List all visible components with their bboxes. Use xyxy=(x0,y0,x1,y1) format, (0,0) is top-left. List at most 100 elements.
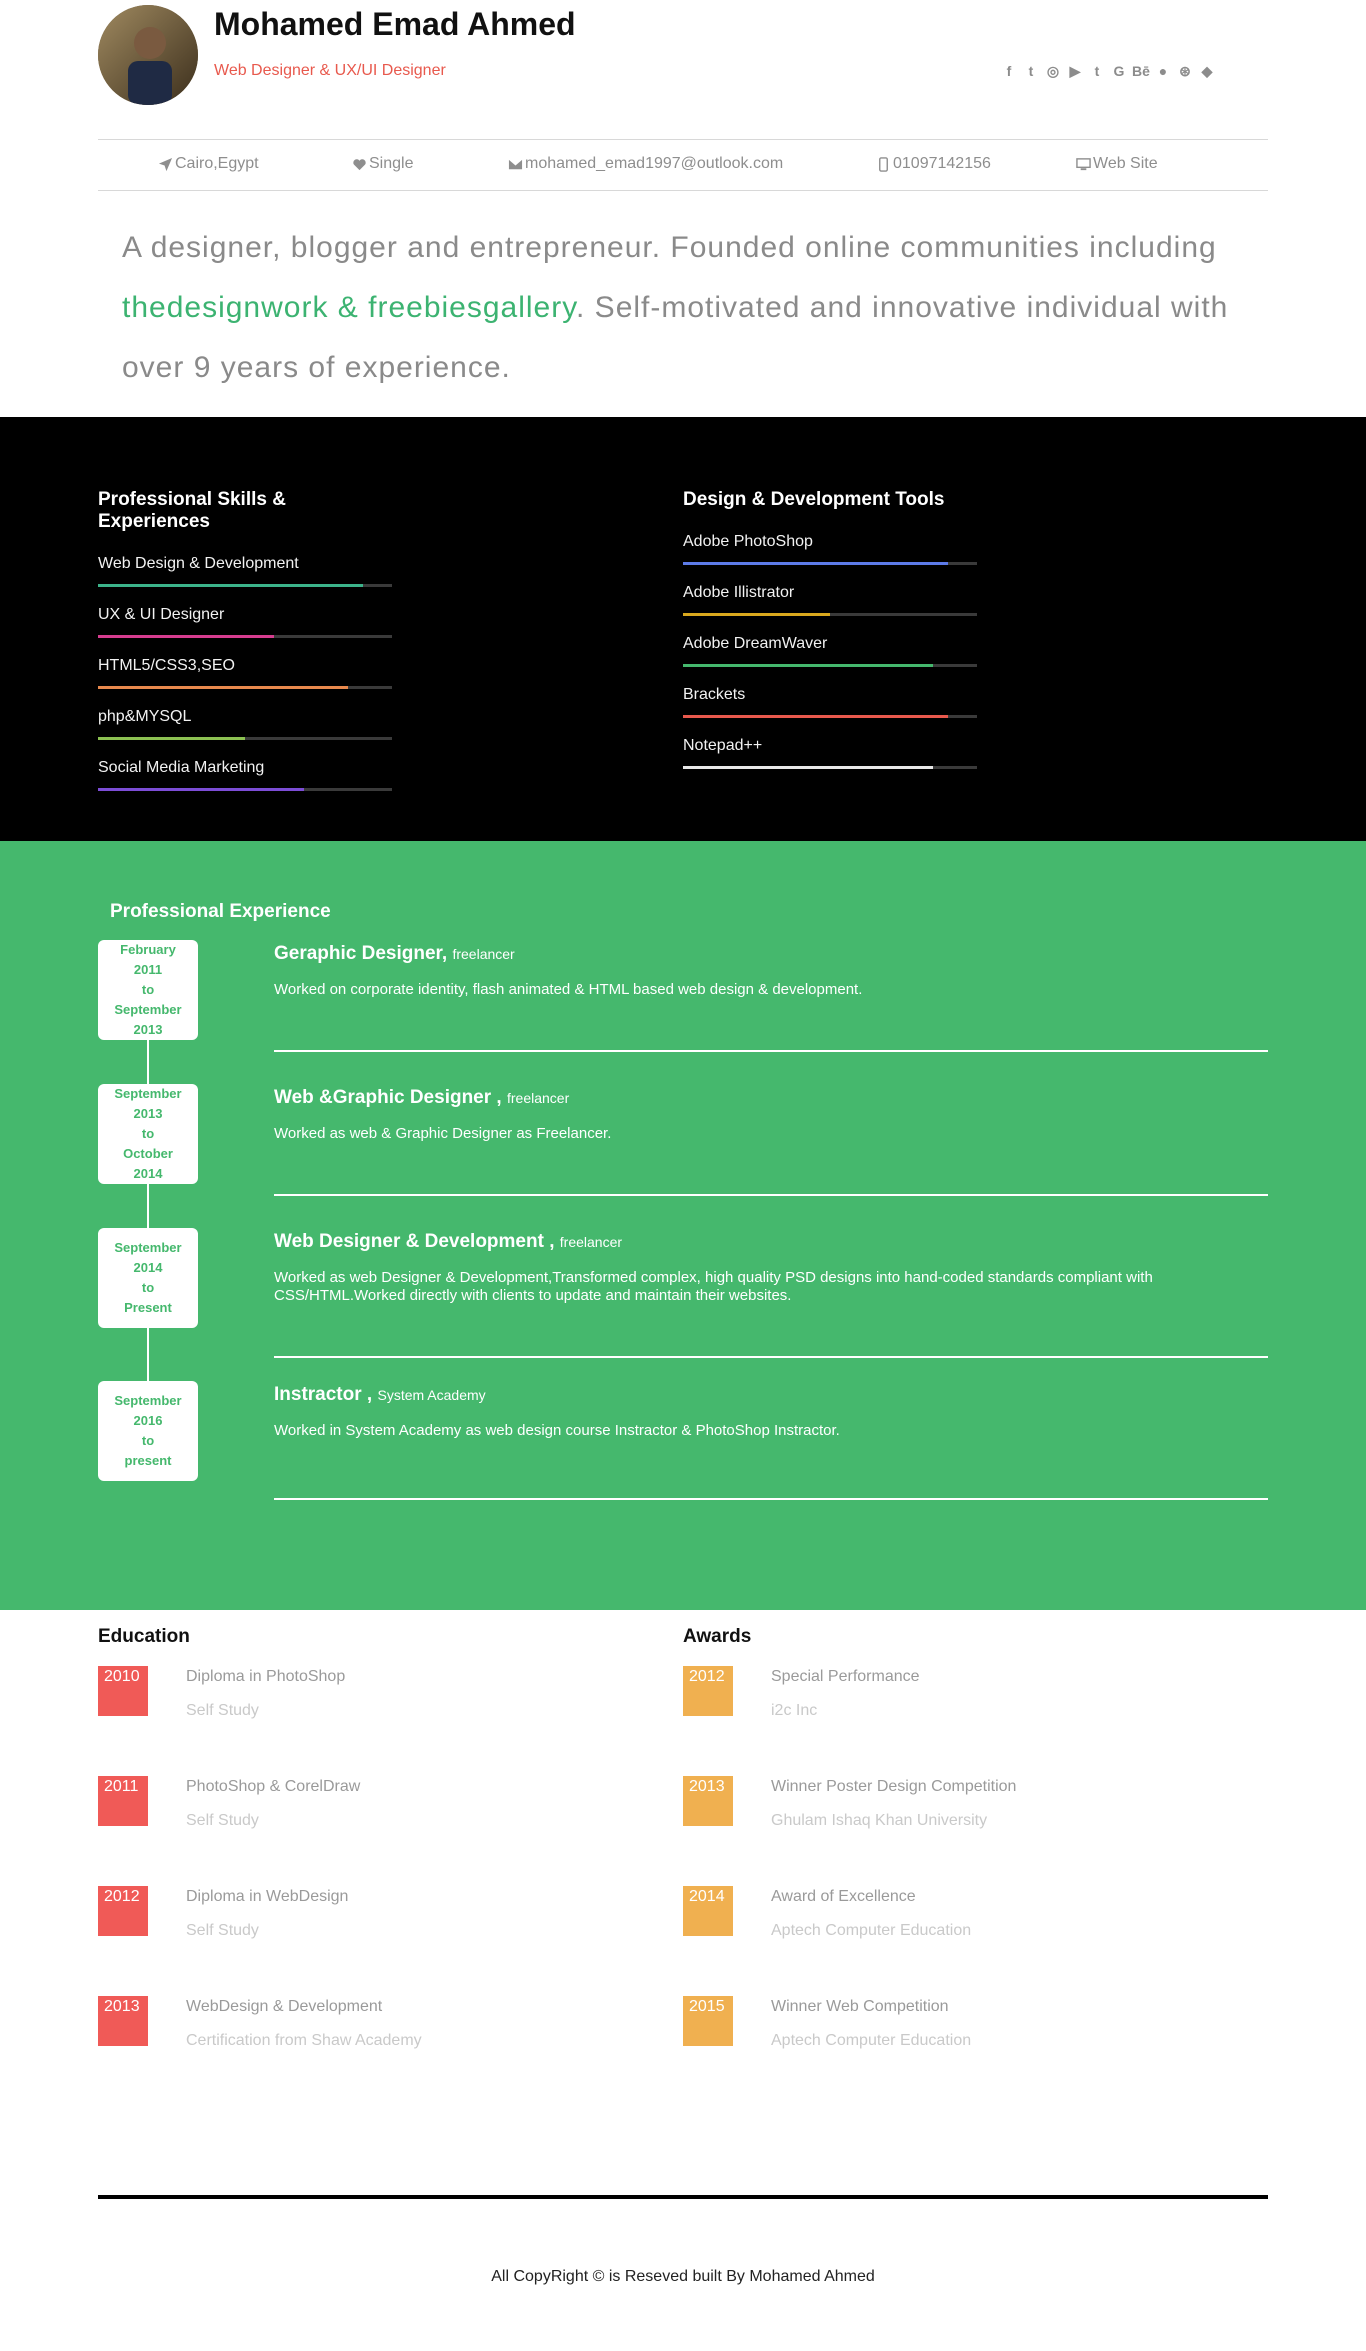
skill-bar-track xyxy=(683,715,977,718)
date-text: 2013 xyxy=(133,1106,163,1121)
date-text: present xyxy=(124,1453,172,1468)
experience-section: Professional Experience February 2011 to Se… xyxy=(0,841,1366,1610)
item-title: Award of Excellence xyxy=(771,1888,916,1905)
skill-label: Brackets xyxy=(683,686,746,703)
skill-item: Brackets xyxy=(683,686,977,737)
location-arrow-icon xyxy=(158,157,173,171)
date-text: September xyxy=(114,1393,182,1408)
date-text: Present xyxy=(124,1300,172,1315)
job-entry: Geraphic Designer, freelancer Worked on c… xyxy=(274,943,1268,999)
date-text: to xyxy=(141,1433,155,1448)
heart-icon xyxy=(353,158,366,170)
awards-section: Awards 2012 Special Performance i2c Inc 201… xyxy=(683,1626,1243,2049)
experience-heading: Professional Experience xyxy=(110,901,331,922)
header: Mohamed Emad Ahmed Web Designer & UX/UI … xyxy=(98,0,1268,417)
education-item: 2012 Diploma in WebDesign Self Study xyxy=(98,1886,658,1946)
item-subtitle: Aptech Computer Education xyxy=(771,1922,972,1939)
skill-item: Notepad++ xyxy=(683,737,977,788)
desktop-icon xyxy=(1076,157,1091,170)
job-description: Worked as web & Graphic Designer as Free… xyxy=(274,1125,612,1142)
date-text: to xyxy=(141,1126,155,1141)
profile-name: Mohamed Emad Ahmed xyxy=(214,6,576,42)
footer-divider xyxy=(98,2195,1268,2199)
item-title: Special Performance xyxy=(771,1668,920,1685)
awards-item: 2013 Winner Poster Design Competition Ghul… xyxy=(683,1776,1243,1836)
year-badge: 2012 xyxy=(683,1666,733,1716)
item-subtitle: i2c Inc xyxy=(771,1702,818,1719)
job-type: freelancer xyxy=(452,946,515,962)
flickr-icon[interactable]: ● xyxy=(1154,62,1172,80)
education-item: 2011 PhotoShop & CorelDraw Self Study xyxy=(98,1776,658,1836)
date-text: September xyxy=(114,1086,182,1101)
profile-title: Web Designer & UX/UI Designer xyxy=(214,62,446,79)
status-info: Single xyxy=(352,155,413,173)
skill-bar-fill xyxy=(683,766,933,769)
date-text: October xyxy=(123,1146,173,1161)
phone-icon xyxy=(879,156,888,172)
skill-item: Web Design & Development xyxy=(98,555,392,606)
avatar xyxy=(98,5,198,105)
item-subtitle: Self Study xyxy=(186,1702,259,1719)
skill-bar-fill xyxy=(683,664,933,667)
skill-label: Web Design & Development xyxy=(98,555,299,572)
year-badge: 2015 xyxy=(683,1996,733,2046)
awards-item: 2015 Winner Web Competition Aptech Compute… xyxy=(683,1996,1243,2056)
item-title: WebDesign & Development xyxy=(186,1998,383,2015)
avatar-photo xyxy=(98,5,198,105)
job-role: Web &Graphic Designer , xyxy=(274,1087,502,1108)
education-section: Education 2010 Diploma in PhotoShop Self S… xyxy=(98,1626,658,2049)
facebook-icon[interactable]: f xyxy=(1000,62,1018,80)
item-subtitle: Certification from Shaw Academy xyxy=(186,2032,422,2049)
job-role: Instractor , xyxy=(274,1384,373,1405)
education-item: 2013 WebDesign & Development Certification… xyxy=(98,1996,658,2056)
skills-heading: Professional Skills & Experiences xyxy=(98,489,286,532)
skill-item: php&MYSQL xyxy=(98,708,392,759)
skill-item: Adobe PhotoShop xyxy=(683,533,977,584)
item-title: Diploma in WebDesign xyxy=(186,1888,349,1905)
skill-bar-track xyxy=(683,562,977,565)
professional-skills: Professional Skills & Experiences Web De… xyxy=(98,489,392,810)
date-text: 2013 xyxy=(133,1022,163,1037)
timeline-date-box: September 2016 to present xyxy=(98,1381,198,1481)
website-link[interactable]: Web Site xyxy=(1076,155,1158,173)
skill-item: HTML5/CSS3,SEO xyxy=(98,657,392,708)
job-separator xyxy=(274,1050,1268,1052)
skill-bar-track xyxy=(683,766,977,769)
skill-bar-fill xyxy=(98,635,275,638)
skill-bar-track xyxy=(98,788,392,791)
skill-label: Adobe Illistrator xyxy=(683,584,795,601)
skill-bar-track xyxy=(98,635,392,638)
date-text: 2014 xyxy=(133,1260,163,1275)
twitter-icon[interactable]: t xyxy=(1022,62,1040,80)
job-type: System Academy xyxy=(377,1387,486,1403)
skill-item: UX & UI Designer xyxy=(98,606,392,657)
skill-bar-fill xyxy=(683,715,948,718)
behance-icon[interactable]: Bē xyxy=(1132,62,1150,80)
location-info: Cairo,Egypt xyxy=(158,155,259,173)
job-type: freelancer xyxy=(559,1234,623,1250)
bio-text: A designer, blogger and entrepreneur. Fo… xyxy=(122,231,1229,384)
job-title: Instractor , System Academy xyxy=(274,1384,1268,1406)
skill-label: php&MYSQL xyxy=(98,708,192,725)
google-plus-icon[interactable]: G xyxy=(1110,62,1128,80)
item-title: Winner Web Competition xyxy=(771,1998,949,2015)
copyright-text: All CopyRight © is Reseved built By Moha… xyxy=(491,2268,875,2285)
skill-label: HTML5/CSS3,SEO xyxy=(98,657,235,674)
date-text: 2011 xyxy=(133,962,163,977)
skill-label: Adobe DreamWaver xyxy=(683,635,828,652)
dropbox-icon[interactable]: ◆ xyxy=(1198,62,1216,80)
job-separator xyxy=(274,1356,1268,1358)
awards-heading: Awards xyxy=(683,1626,752,1647)
bio-highlight[interactable]: thedesignwork & freebiesgallery xyxy=(122,291,576,324)
job-description: Worked on corporate identity, flash anim… xyxy=(274,981,863,998)
dribbble-icon[interactable]: ⊛ xyxy=(1176,62,1194,80)
youtube-icon[interactable]: ▶ xyxy=(1066,62,1084,80)
tumblr-icon[interactable]: t xyxy=(1088,62,1106,80)
date-text: February xyxy=(120,942,176,957)
year-badge: 2011 xyxy=(98,1776,148,1826)
instagram-icon[interactable]: ◎ xyxy=(1044,62,1062,80)
item-title: Winner Poster Design Competition xyxy=(771,1778,1017,1795)
job-separator xyxy=(274,1194,1268,1196)
phone-info: 01097142156 xyxy=(876,155,991,173)
email-info[interactable]: mohamed_emad1997@outlook.com xyxy=(508,155,783,173)
